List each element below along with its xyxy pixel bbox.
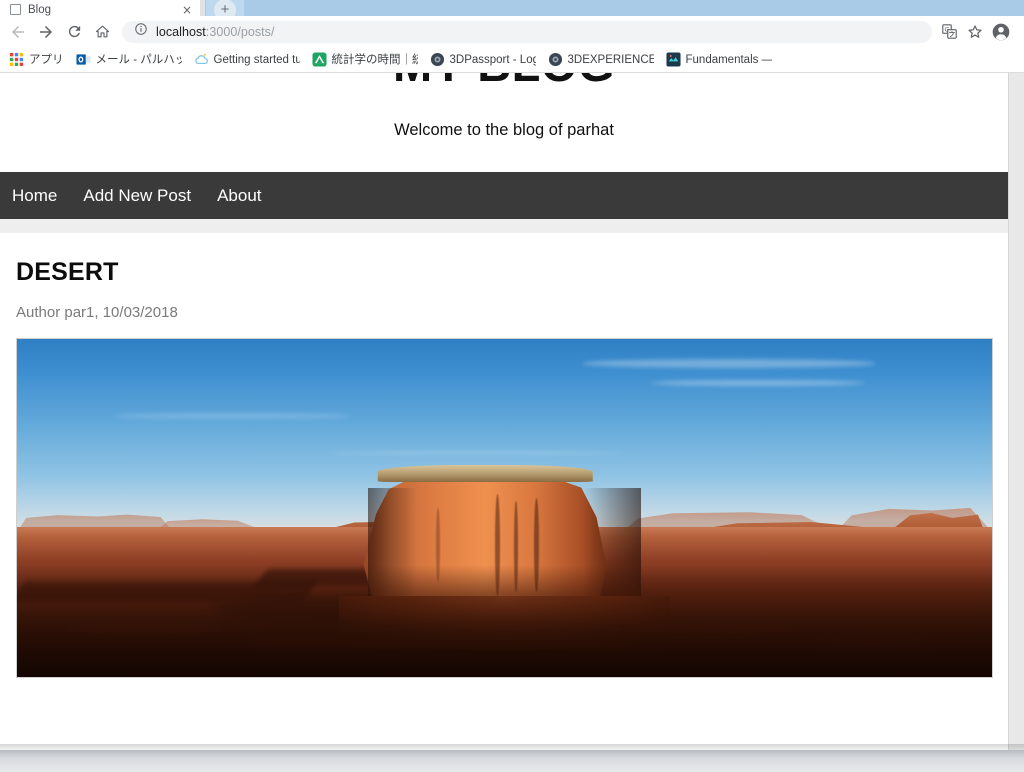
green-mountain-icon xyxy=(311,52,327,67)
page-icon xyxy=(10,4,21,15)
url-text: localhost:3000/posts/ xyxy=(156,25,275,39)
info-circle-icon[interactable] xyxy=(134,22,148,41)
bookmark-label: アプリ xyxy=(29,53,64,66)
bookmark-fundamentals[interactable]: Fundamentals — S xyxy=(661,50,779,69)
plus-icon: + xyxy=(214,0,236,16)
tab-strip-background xyxy=(205,0,1024,16)
tab-strip: Blog × + xyxy=(0,0,1024,16)
site-header: MY BLOG Welcome to the blog of parhat xyxy=(0,73,1008,172)
forward-arrow-icon[interactable] xyxy=(32,19,60,45)
profile-avatar-icon[interactable] xyxy=(988,19,1014,45)
url-host: localhost xyxy=(156,24,206,39)
bookmark-label: メール - パルハット xyxy=(95,53,182,66)
bookmark-label: 3DPassport - Login xyxy=(449,53,536,66)
reload-icon[interactable] xyxy=(60,19,88,45)
site-navigation: Home Add New Post About xyxy=(0,172,1008,219)
browser-tab-blog[interactable]: Blog × xyxy=(0,0,200,16)
teal-square-icon xyxy=(665,52,681,67)
bookmark-label: 統計学の時間｜統計 xyxy=(331,53,418,66)
page-viewport: MY BLOG Welcome to the blog of parhat Ho… xyxy=(0,73,1024,750)
apps-grid-icon xyxy=(9,52,24,67)
bookmark-statistics[interactable]: 統計学の時間｜統計 xyxy=(307,50,425,69)
foreground-shadow xyxy=(17,565,992,677)
close-icon[interactable]: × xyxy=(182,4,192,16)
desktop-background xyxy=(0,750,1024,772)
bookmark-label: 3DEXPERIENCE Pla xyxy=(567,53,654,66)
gear-globe-icon xyxy=(430,52,444,67)
post-title: DESERT xyxy=(16,258,119,286)
cloud-icon xyxy=(194,53,208,65)
page-title: MY BLOG xyxy=(0,73,1008,90)
post-article: DESERT Author par1, 10/03/2018 xyxy=(0,233,1008,706)
cloud-wisp xyxy=(114,413,349,419)
outlook-icon xyxy=(75,54,91,65)
translate-icon[interactable]: G xyxy=(936,19,962,45)
browser-window: Blog × + localhost:3000/posts/ G アプリ メール… xyxy=(0,0,1024,750)
bookmark-label: Getting started tuto xyxy=(213,53,300,66)
cloud-wisp xyxy=(329,450,622,456)
browser-toolbar: localhost:3000/posts/ G xyxy=(0,16,1024,47)
post-meta: Author par1, 10/03/2018 xyxy=(16,304,178,321)
bookmark-apps[interactable]: アプリ xyxy=(4,50,71,69)
address-bar[interactable]: localhost:3000/posts/ xyxy=(122,20,932,43)
bookmark-mail[interactable]: メール - パルハット xyxy=(71,50,189,69)
url-path: :3000/posts/ xyxy=(205,24,275,39)
bookmark-star-icon[interactable] xyxy=(962,19,988,45)
nav-link-home[interactable]: Home xyxy=(12,186,57,206)
home-icon[interactable] xyxy=(88,19,116,45)
cloud-wisp xyxy=(582,359,875,368)
content-gap xyxy=(0,219,1008,233)
post-image xyxy=(16,338,993,678)
back-arrow-icon[interactable] xyxy=(4,19,32,45)
blog-page: MY BLOG Welcome to the blog of parhat Ho… xyxy=(0,73,1009,750)
butte-caprock xyxy=(377,464,593,482)
bookmark-3dexperience[interactable]: 3DEXPERIENCE Pla xyxy=(543,50,661,69)
nav-link-about[interactable]: About xyxy=(217,186,261,206)
new-tab-button[interactable]: + xyxy=(206,0,244,16)
site-tagline: Welcome to the blog of parhat xyxy=(394,121,614,139)
gear-globe-icon xyxy=(548,52,562,67)
bookmark-getting-started[interactable]: Getting started tuto xyxy=(189,50,307,69)
bookmark-label: Fundamentals — S xyxy=(685,53,772,66)
tab-title: Blog xyxy=(28,4,52,16)
nav-link-add-new-post[interactable]: Add New Post xyxy=(83,186,191,206)
bookmark-3dpassport[interactable]: 3DPassport - Login xyxy=(425,50,543,69)
bookmarks-bar: アプリ メール - パルハット Getting started tuto xyxy=(0,47,1024,73)
